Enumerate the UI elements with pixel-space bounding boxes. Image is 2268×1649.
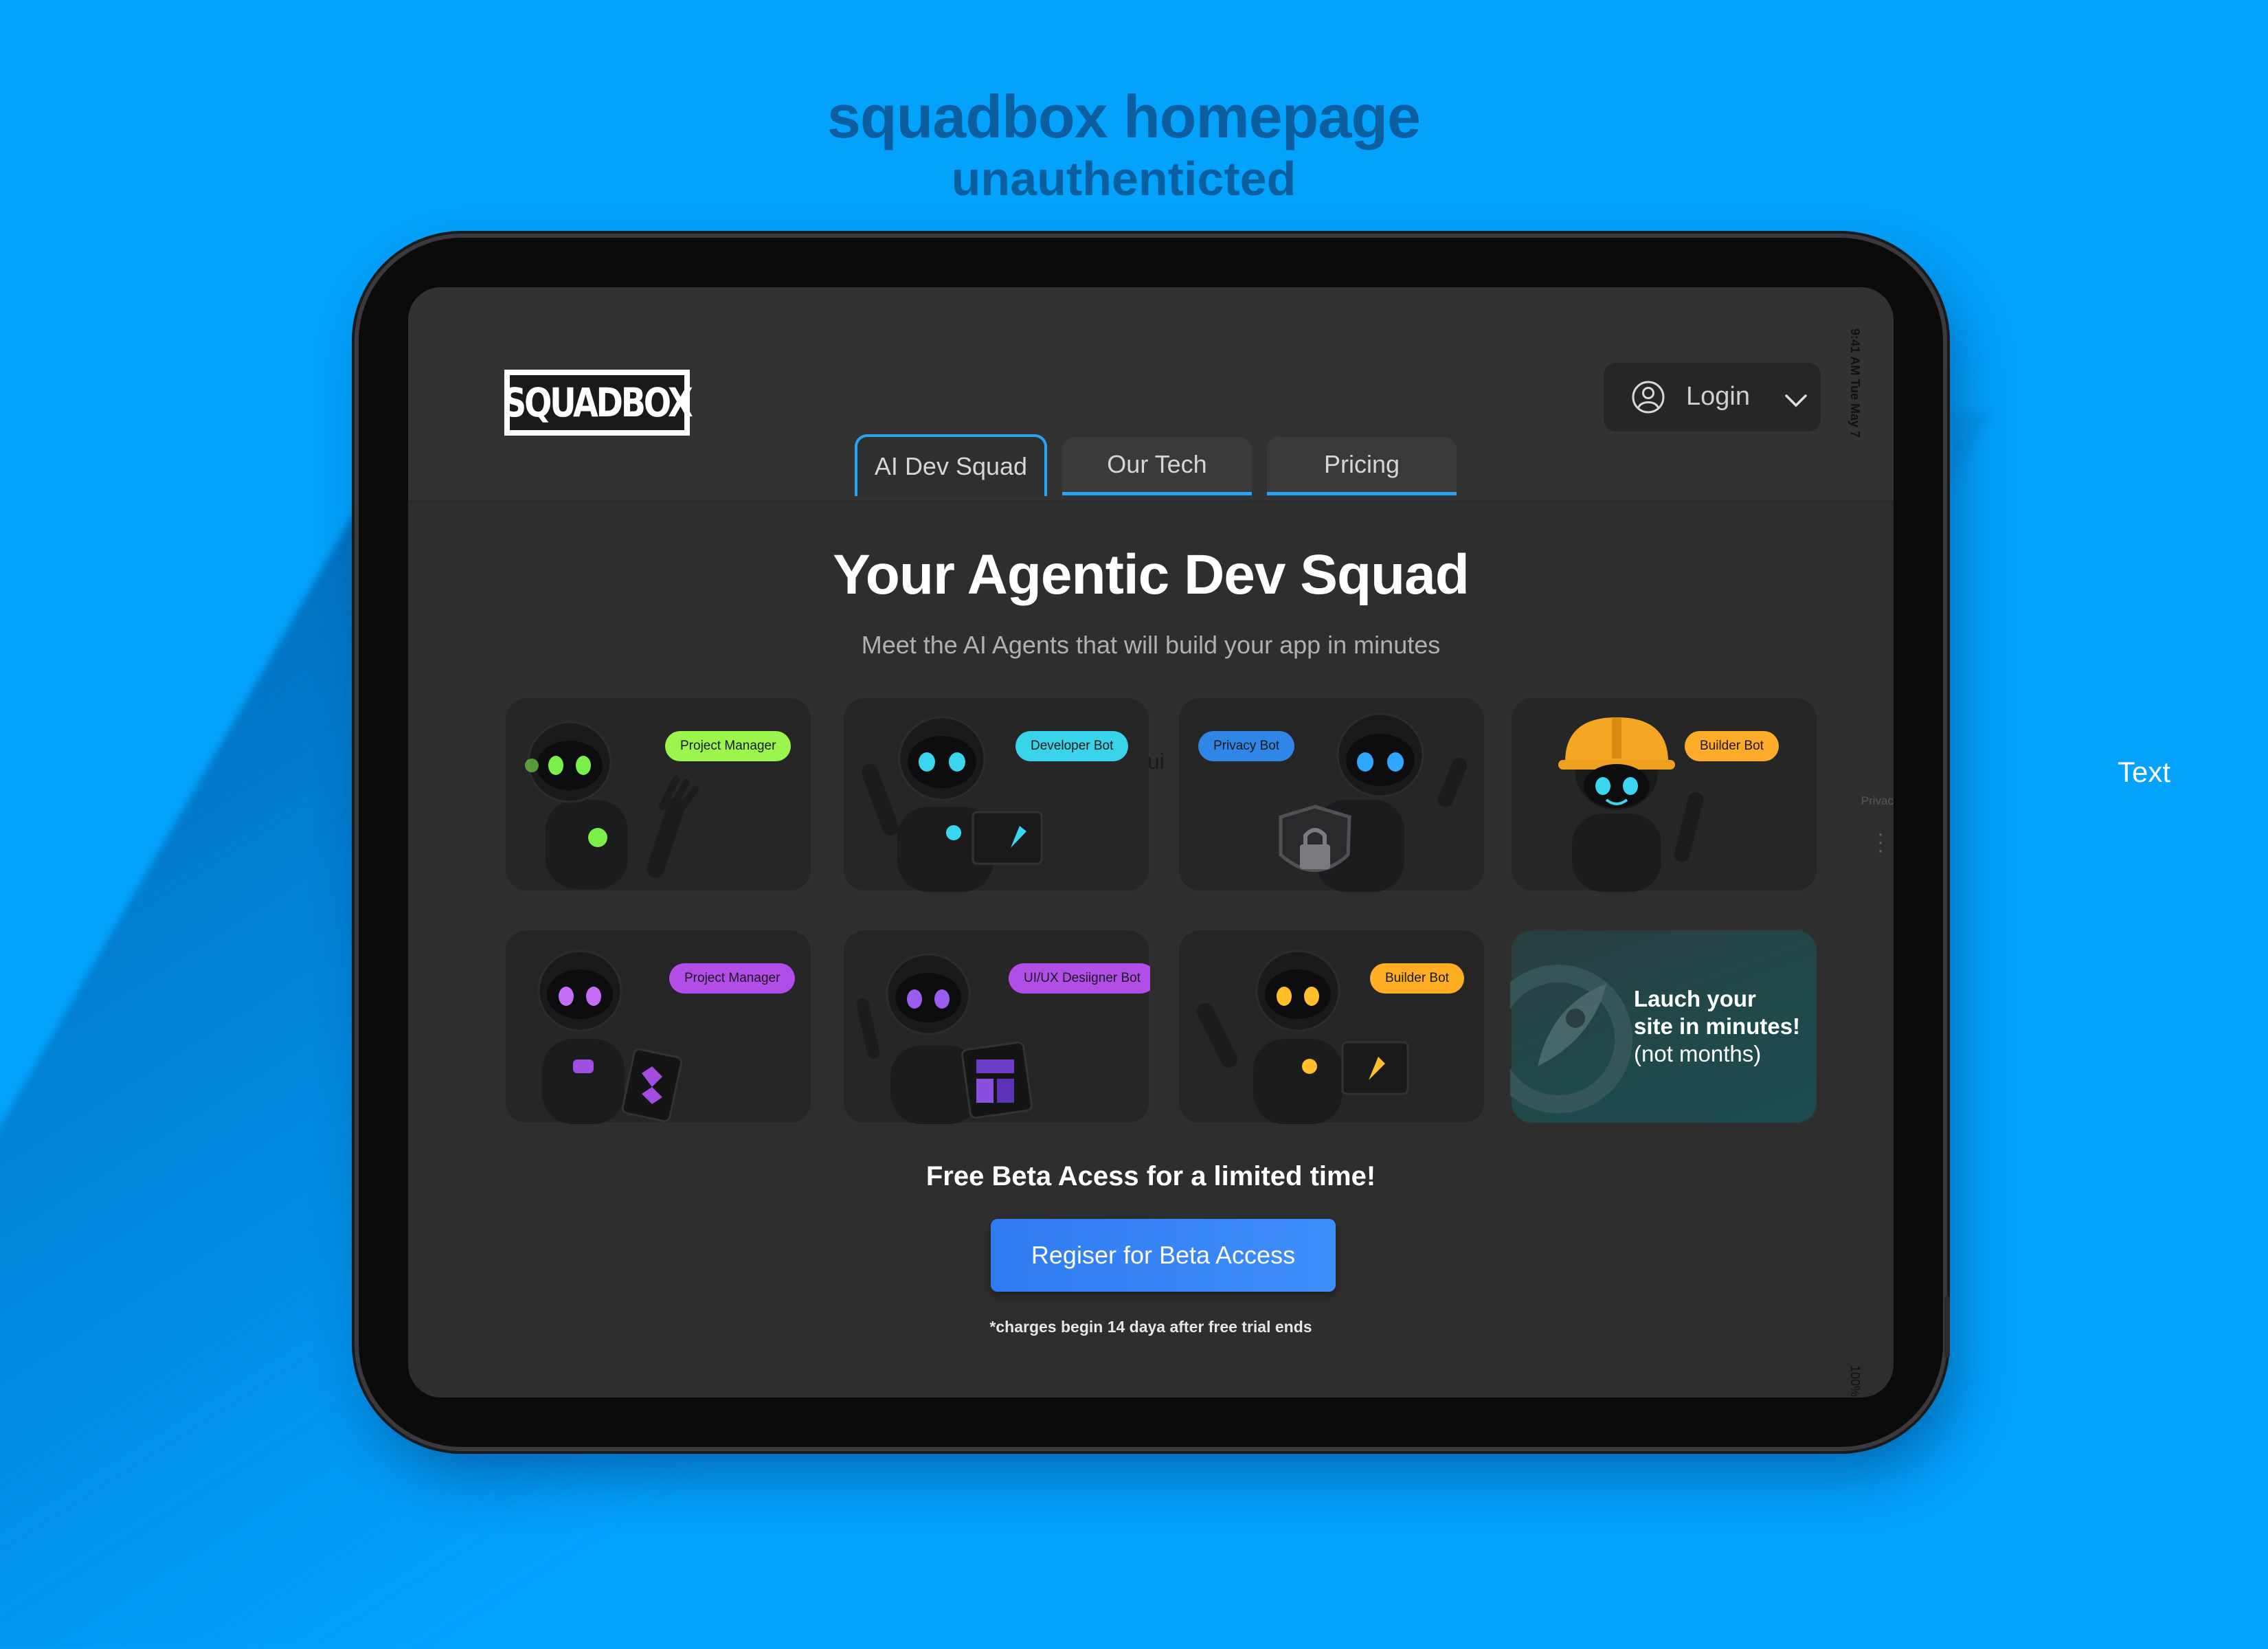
robot-icon <box>1279 713 1467 892</box>
login-label: Login <box>1686 382 1750 411</box>
page-heading: squadbox homepage unauthenticted <box>0 82 2268 206</box>
site-header: SQUADBOX Login AI Dev Squad Our Tech Pri… <box>408 287 1894 502</box>
beta-title: Free Beta Acess for a limited time! <box>925 1161 1376 1191</box>
user-icon <box>1632 381 1665 414</box>
side-privacy-fragment: Privac <box>1861 794 1894 807</box>
robot-icon <box>862 716 1043 892</box>
launch-line1: Lauch your <box>1634 986 1756 1011</box>
bot-card-builder-2[interactable]: Builder Bot <box>1178 929 1485 1124</box>
bot-badge: Builder Bot <box>1685 731 1779 761</box>
squadbox-logo[interactable]: SQUADBOX <box>503 370 693 436</box>
robot-icon <box>525 721 699 889</box>
tab-label: Pricing <box>1323 450 1400 478</box>
login-button[interactable]: Login <box>1604 363 1821 431</box>
tab-label: AI Dev Squad <box>874 452 1028 480</box>
bot-card-project-manager[interactable]: Project Manager <box>504 697 812 892</box>
launch-text: Lauch your site in minutes! (not months) <box>1634 985 1812 1068</box>
bot-card-privacy[interactable]: Privacy Bot <box>1178 697 1485 892</box>
more-dots-icon[interactable]: · · · <box>1877 824 1884 861</box>
device-side-button <box>1944 1296 1950 1358</box>
robot-icon <box>1197 950 1409 1124</box>
hero-subtitle: Meet the AI Agents that will build your … <box>861 631 1441 659</box>
side-text-label: Text <box>2118 756 2171 788</box>
bot-badge: Project Manager <box>669 963 796 994</box>
overlap-text-fragment: ui <box>1147 749 1165 774</box>
logo-text: SQUADBOX <box>503 379 693 426</box>
hero-title: Your Agentic Dev Squad <box>833 543 1470 606</box>
bot-badge: Developer Bot <box>1015 731 1129 761</box>
tablet-device: SQUADBOX Login AI Dev Squad Our Tech Pri… <box>359 238 1950 1447</box>
launch-line2: site in minutes! <box>1634 1013 1801 1039</box>
robot-icon <box>857 953 1033 1124</box>
chevron-down-icon <box>1785 394 1807 407</box>
tab-pricing[interactable]: Pricing <box>1267 437 1457 495</box>
nav-tabs: AI Dev Squad Our Tech Pricing <box>855 434 1472 502</box>
beta-note: *charges begin 14 daya after free trial … <box>989 1318 1312 1336</box>
bot-card-uiux-designer[interactable]: UI/UX Desiigner Bot <box>842 929 1150 1124</box>
tab-our-tech[interactable]: Our Tech <box>1062 437 1252 495</box>
status-battery: 100% <box>1848 1365 1862 1398</box>
robot-icon <box>537 950 683 1124</box>
robot-icon <box>1558 717 1703 892</box>
launch-card[interactable]: Lauch your site in minutes! (not months) <box>1510 929 1818 1124</box>
bot-card-builder[interactable]: Builder Bot <box>1510 697 1818 892</box>
register-beta-button[interactable]: Regiser for Beta Access <box>991 1219 1336 1292</box>
bot-badge: Project Manager <box>665 731 791 761</box>
tab-ai-dev-squad[interactable]: AI Dev Squad <box>855 434 1047 496</box>
tablet-screen: SQUADBOX Login AI Dev Squad Our Tech Pri… <box>408 287 1894 1398</box>
bot-badge: Builder Bot <box>1370 963 1464 994</box>
launch-line3: (not months) <box>1634 1041 1762 1066</box>
page-title: squadbox homepage <box>827 82 1421 150</box>
bot-card-developer[interactable]: Developer Bot <box>842 697 1150 892</box>
bot-card-project-manager-2[interactable]: Project Manager <box>504 929 812 1124</box>
bot-badge: UI/UX Desiigner Bot <box>1009 963 1150 994</box>
bot-badge: Privacy Bot <box>1198 731 1295 761</box>
tab-label: Our Tech <box>1107 450 1207 478</box>
page-subtitle: unauthenticted <box>951 152 1296 205</box>
status-time: 9:41 AM Tue May 7 <box>1848 328 1862 438</box>
